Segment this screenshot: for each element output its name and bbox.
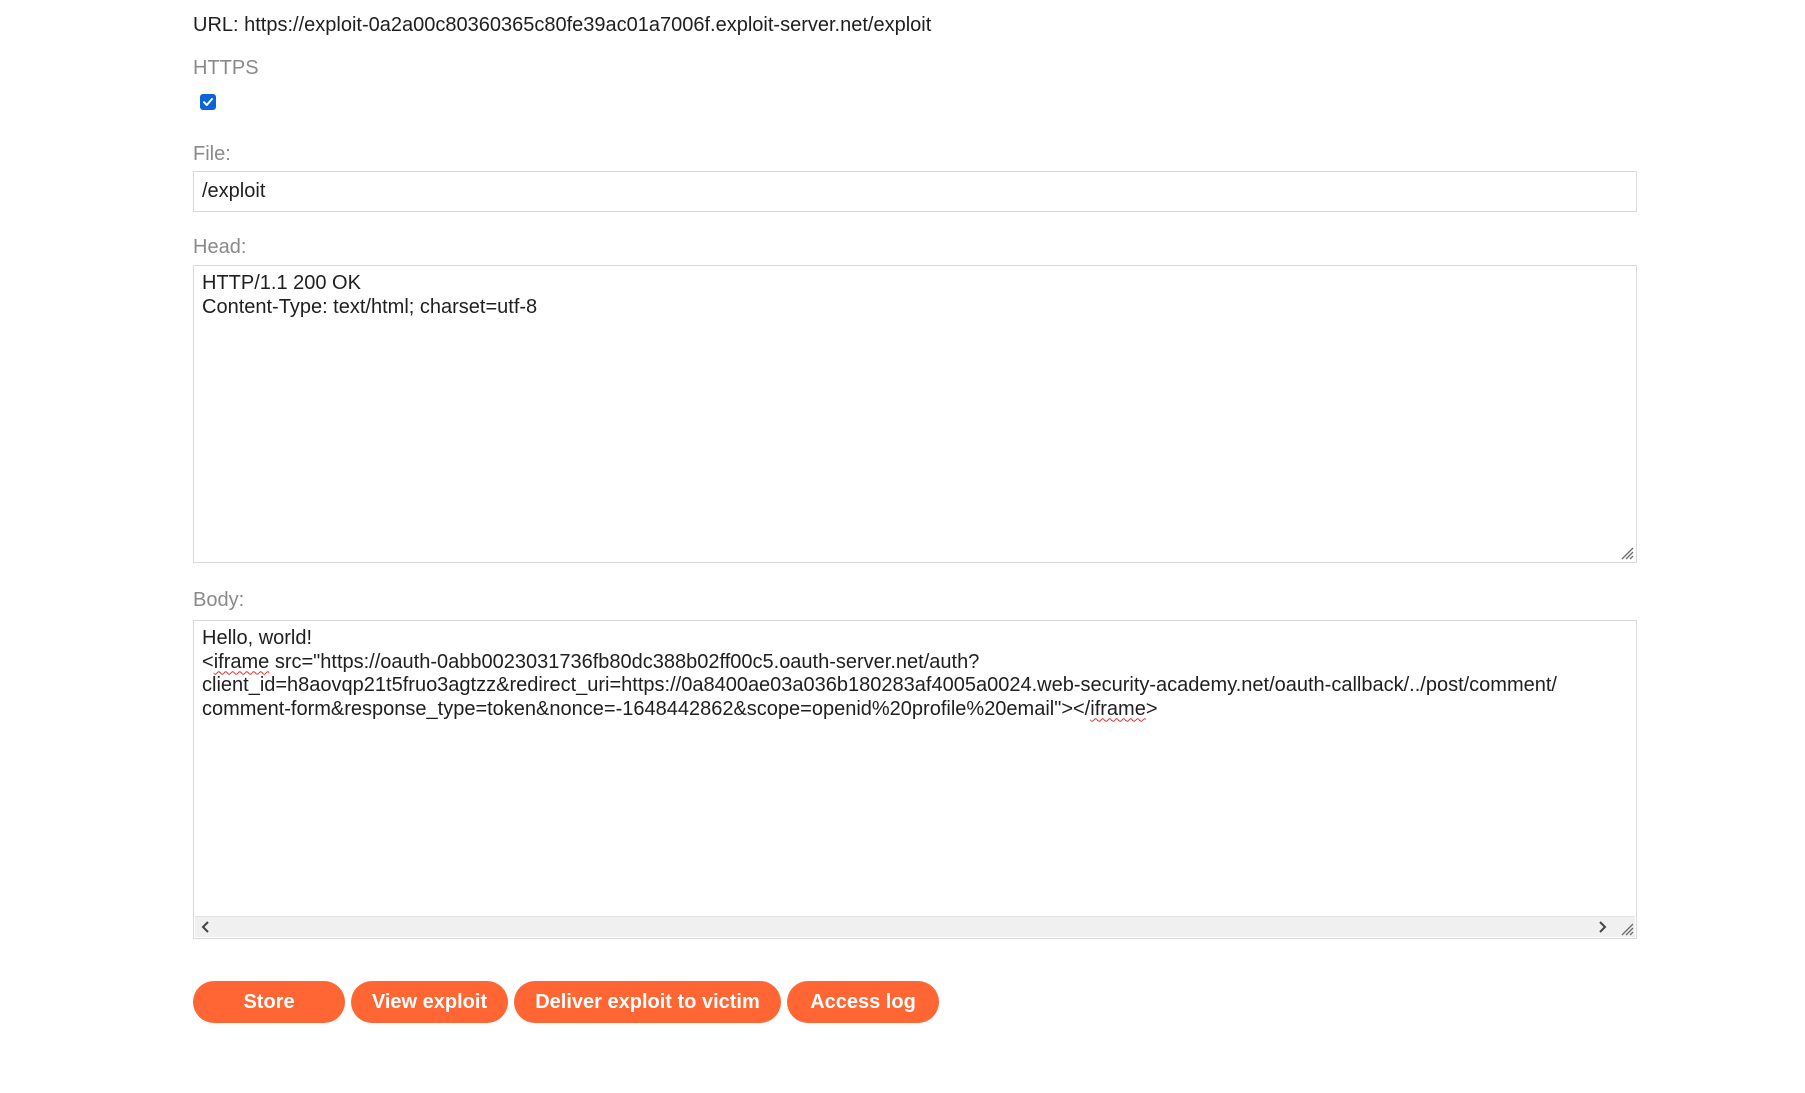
spellcheck-word: iframe <box>1090 697 1146 720</box>
head-line: HTTP/1.1 200 OK <box>202 272 361 294</box>
store-button[interactable]: Store <box>193 981 345 1023</box>
body-text: src="https://oauth-0abb0023031736fb80dc3… <box>269 650 980 673</box>
deliver-exploit-button[interactable]: Deliver exploit to victim <box>514 981 781 1023</box>
https-label: HTTPS <box>193 57 259 79</box>
access-log-button[interactable]: Access log <box>787 981 939 1023</box>
body-text: > <box>1145 697 1158 720</box>
body-line: comment-form&response_type=token&nonce=-… <box>202 698 1628 722</box>
scroll-right-icon[interactable] <box>1597 921 1607 933</box>
file-input[interactable] <box>193 171 1637 212</box>
head-label: Head: <box>193 236 247 258</box>
body-line: <iframe src="https://oauth-0abb002303173… <box>202 650 980 673</box>
scroll-left-icon[interactable] <box>201 921 211 933</box>
horizontal-scrollbar[interactable] <box>195 916 1635 937</box>
head-line: Content-Type: text/html; charset=utf-8 <box>202 295 538 318</box>
body-label: Body: <box>193 589 245 611</box>
checkmark-icon <box>203 98 213 106</box>
resize-grip-icon[interactable] <box>1618 920 1634 936</box>
view-exploit-button[interactable]: View exploit <box>351 981 508 1023</box>
body-line: Hello, world! <box>202 627 313 649</box>
action-buttons: Store View exploit Deliver exploit to vi… <box>193 981 939 1023</box>
file-label: File: <box>193 143 231 165</box>
body-text: comment-form&response_type=token&nonce=-… <box>202 697 1091 720</box>
head-textarea[interactable]: HTTP/1.1 200 OK Content-Type: text/html; … <box>193 265 1637 563</box>
https-checkbox[interactable] <box>200 94 216 110</box>
body-line: client_id=h8aovqp21t5fruo3agtzz&redirect… <box>202 674 1557 696</box>
body-textarea[interactable]: Hello, world! <iframe src="https://oauth-… <box>193 620 1637 939</box>
resize-grip-icon[interactable] <box>1618 544 1634 560</box>
exploit-url: URL: https://exploit-0a2a00c80360365c80f… <box>193 14 932 36</box>
spellcheck-word: iframe <box>213 650 270 673</box>
